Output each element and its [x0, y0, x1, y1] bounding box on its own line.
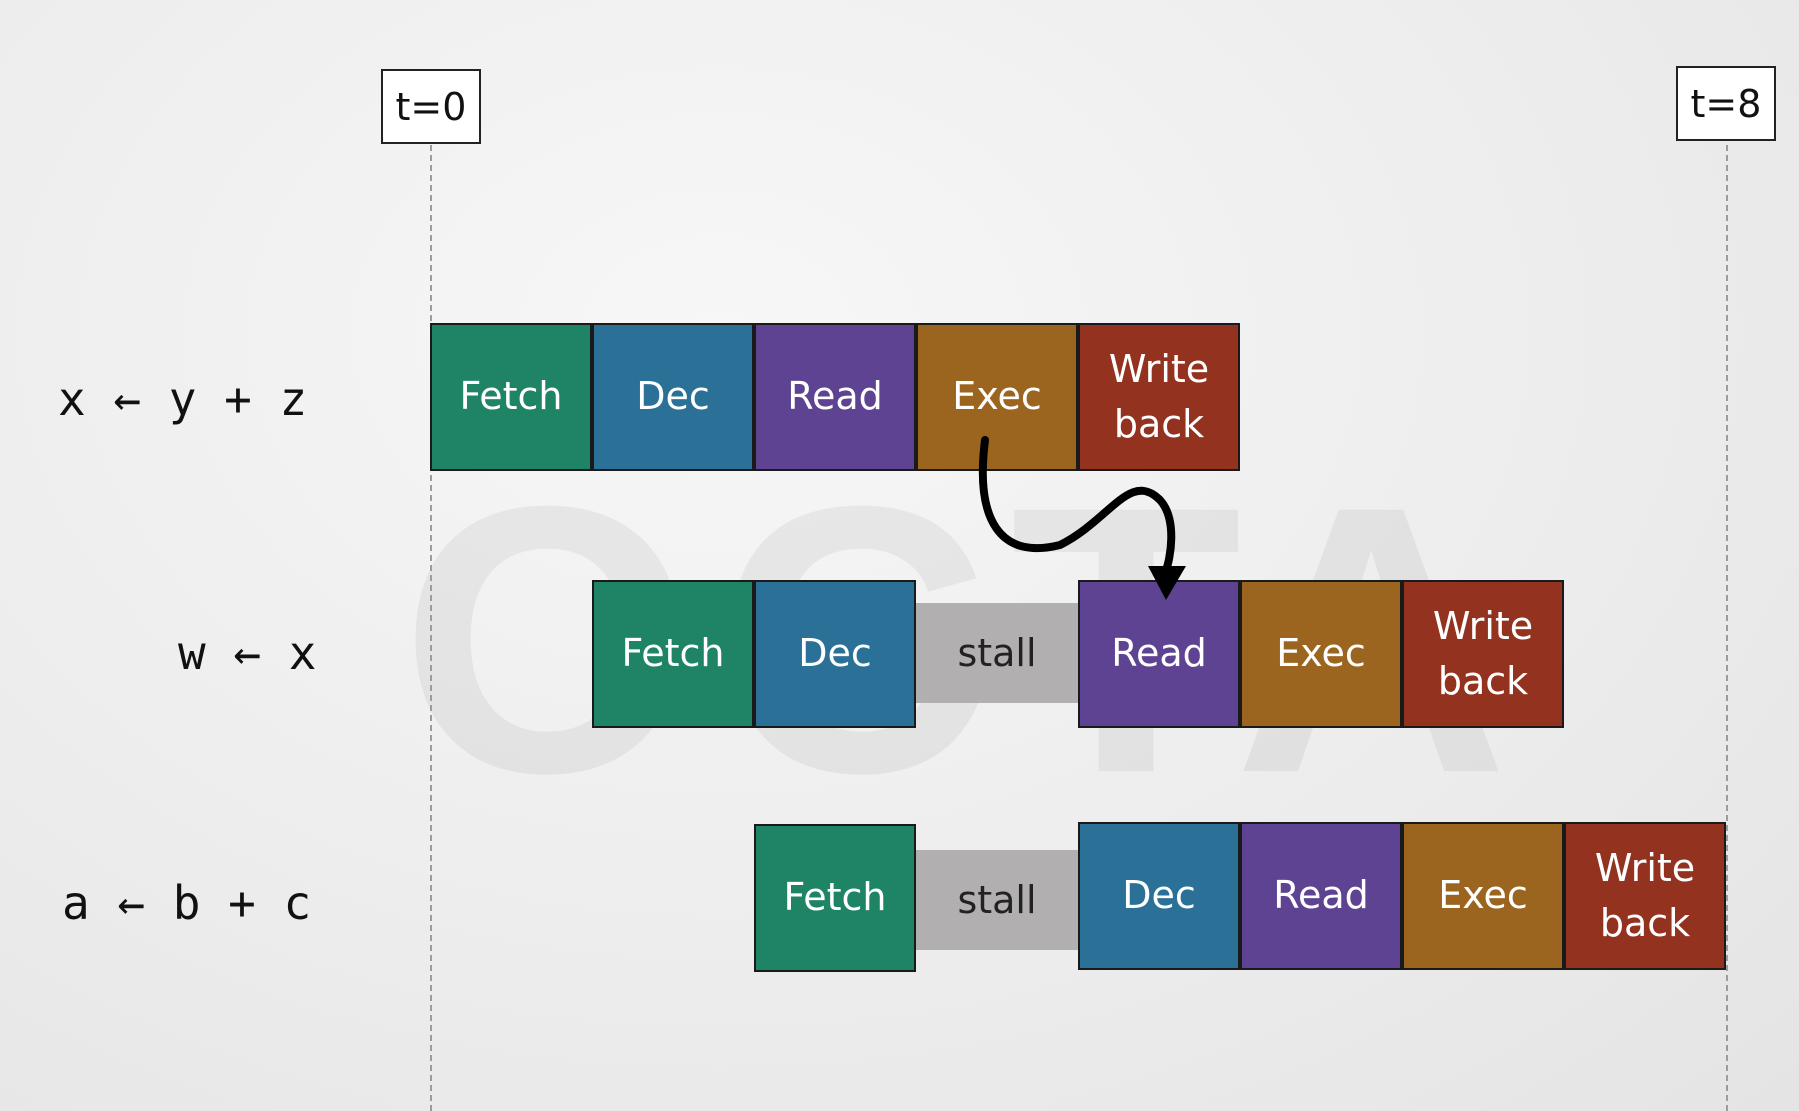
row1-fetch-stage: Fetch [430, 323, 592, 471]
time-start-line [430, 145, 432, 1111]
row2-dec-stage: Dec [754, 580, 916, 728]
row3-dec-stage: Dec [1078, 822, 1240, 970]
row3-exec-stage: Exec [1402, 822, 1564, 970]
row2-read-stage: Read [1078, 580, 1240, 728]
row1-exec-stage: Exec [916, 323, 1078, 471]
row3-writeback-stage: Write back [1564, 822, 1726, 970]
instruction-3-label: a ← b + c [62, 876, 312, 930]
row2-fetch-stage: Fetch [592, 580, 754, 728]
time-end-line [1726, 145, 1728, 1111]
instruction-2-label: w ← x [178, 626, 317, 680]
row2-exec-stage: Exec [1240, 580, 1402, 728]
row2-writeback-stage: Write back [1402, 580, 1564, 728]
row3-fetch-stage: Fetch [754, 824, 916, 972]
row1-dec-stage: Dec [592, 323, 754, 471]
row3-stall: stall [916, 850, 1078, 950]
pipeline-diagram: OCTA t=0 t=8 x ← y + z w ← x a ← b + c F… [0, 0, 1799, 1111]
time-start-marker: t=0 [381, 69, 481, 144]
row1-read-stage: Read [754, 323, 916, 471]
time-end-marker: t=8 [1676, 66, 1776, 141]
row1-writeback-stage: Write back [1078, 323, 1240, 471]
instruction-1-label: x ← y + z [58, 372, 308, 426]
row3-read-stage: Read [1240, 822, 1402, 970]
row2-stall: stall [916, 603, 1078, 703]
